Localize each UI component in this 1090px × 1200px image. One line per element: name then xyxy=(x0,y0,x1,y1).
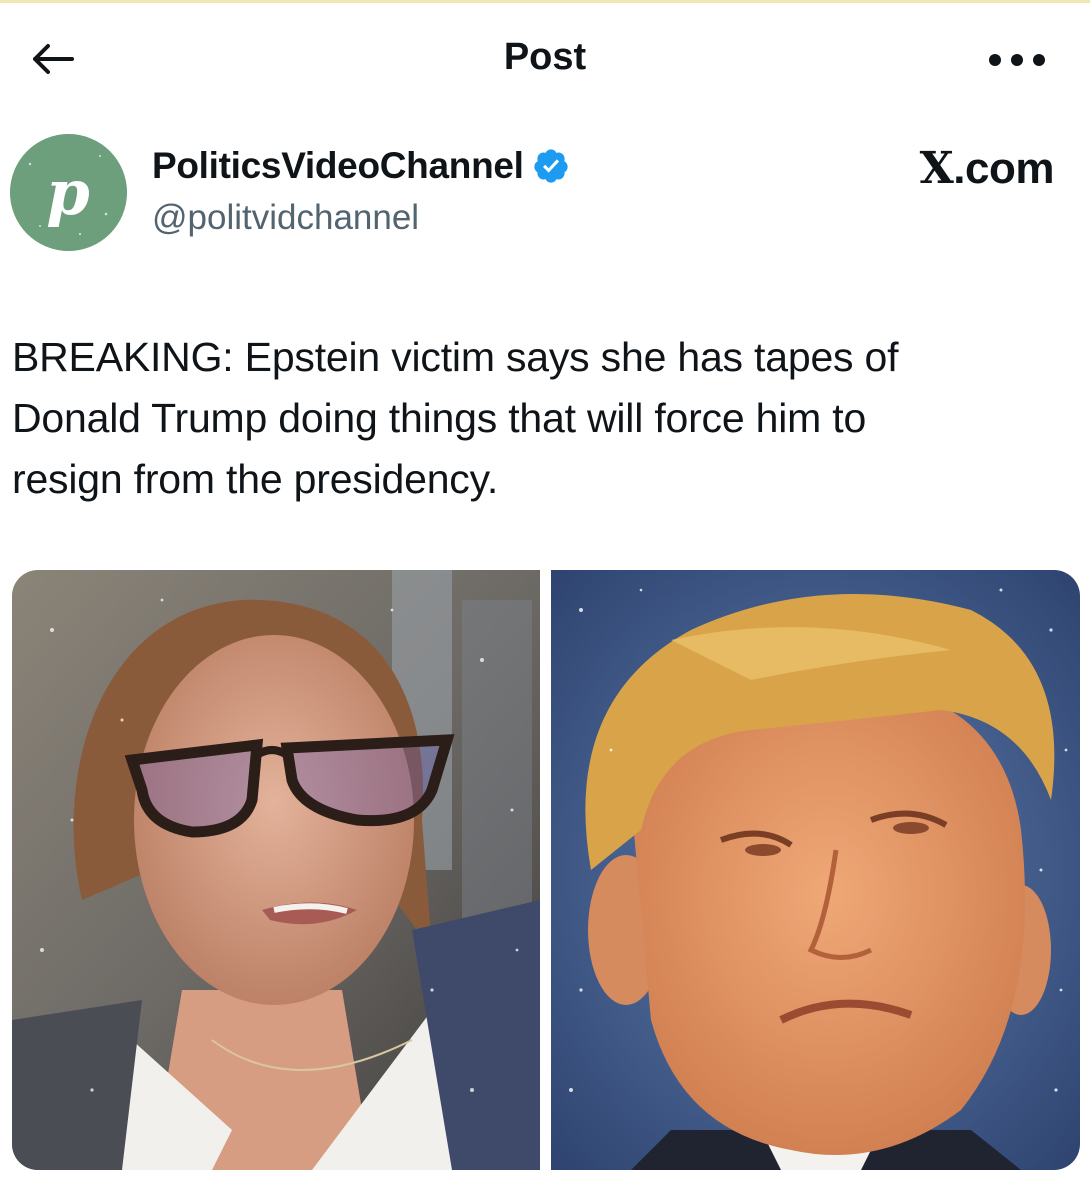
avatar-letter: p xyxy=(46,156,89,229)
avatar[interactable]: p xyxy=(10,134,127,251)
page-title: Post xyxy=(503,36,587,78)
x-logo-glyph: X xyxy=(919,143,954,194)
top-divider xyxy=(0,0,1090,3)
author-name-link[interactable]: PoliticsVideoChannel xyxy=(152,145,570,187)
more-options-button[interactable] xyxy=(982,40,1052,80)
photo-man-portrait xyxy=(551,570,1080,1170)
post-text-line: BREAKING: Epstein victim says she has ta… xyxy=(12,334,899,380)
media-image-right[interactable] xyxy=(551,570,1080,1170)
brand-watermark: X.com xyxy=(919,143,1055,194)
post-text-line: resign from the presidency. xyxy=(12,456,499,502)
brand-suffix: .com xyxy=(953,144,1054,193)
photo-woman-glasses xyxy=(12,570,540,1170)
author-name: PoliticsVideoChannel xyxy=(152,145,524,186)
post-text: BREAKING: Epstein victim says she has ta… xyxy=(12,327,1062,510)
avatar-logo-icon: p xyxy=(10,134,127,251)
post-view: Post p PoliticsVideoChannel @politvidcha… xyxy=(0,0,1090,1200)
author-handle[interactable]: @politvidchannel xyxy=(152,198,419,238)
verified-badge-icon xyxy=(533,149,568,183)
post-text-line: Donald Trump doing things that will forc… xyxy=(12,395,867,441)
media-image-left[interactable] xyxy=(12,570,540,1170)
more-horizontal-icon xyxy=(989,54,1045,66)
